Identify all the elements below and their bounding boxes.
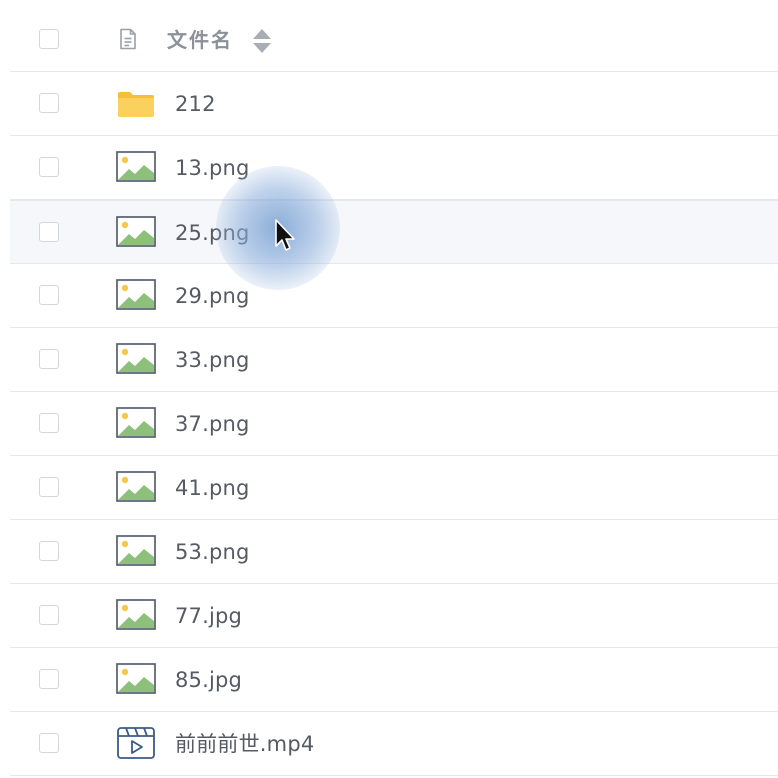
- image-icon: [116, 278, 156, 312]
- image-icon: [116, 662, 156, 696]
- file-name[interactable]: 41.png: [175, 475, 250, 501]
- row-checkbox[interactable]: [39, 285, 59, 305]
- row-checkbox[interactable]: [39, 477, 59, 497]
- file-row-image[interactable]: 77.jpg: [10, 584, 778, 648]
- row-checkbox[interactable]: [39, 669, 59, 689]
- file-name[interactable]: 212: [175, 91, 216, 117]
- image-icon: [116, 150, 156, 184]
- image-icon: [116, 470, 156, 504]
- file-name[interactable]: 25.png: [175, 220, 250, 246]
- file-name[interactable]: 33.png: [175, 347, 250, 373]
- file-name[interactable]: 53.png: [175, 539, 250, 565]
- image-icon: [116, 342, 156, 376]
- image-icon: [116, 598, 156, 632]
- select-all-checkbox[interactable]: [39, 29, 59, 49]
- filename-column-header[interactable]: 文件名: [167, 27, 233, 53]
- row-checkbox[interactable]: [39, 541, 59, 561]
- image-icon: [116, 215, 156, 249]
- file-row-image[interactable]: 53.png: [10, 520, 778, 584]
- file-row-image[interactable]: 29.png: [10, 264, 778, 328]
- row-checkbox[interactable]: [39, 222, 59, 242]
- file-name[interactable]: 37.png: [175, 411, 250, 437]
- folder-icon: [116, 86, 156, 120]
- row-checkbox[interactable]: [39, 413, 59, 433]
- row-checkbox[interactable]: [39, 605, 59, 625]
- document-icon: [118, 28, 138, 50]
- table-header-row: 文件名: [10, 8, 778, 72]
- file-row-image[interactable]: 13.png: [10, 136, 778, 200]
- file-row-image[interactable]: 41.png: [10, 456, 778, 520]
- image-icon: [116, 534, 156, 568]
- video-icon: [116, 726, 156, 760]
- file-row-image[interactable]: 37.png: [10, 392, 778, 456]
- file-row-image[interactable]: 33.png: [10, 328, 778, 392]
- row-checkbox[interactable]: [39, 93, 59, 113]
- row-checkbox[interactable]: [39, 733, 59, 753]
- file-name[interactable]: 前前前世.mp4: [175, 731, 314, 757]
- file-name[interactable]: 13.png: [175, 155, 250, 181]
- sort-up-down-icon[interactable]: [251, 28, 273, 54]
- row-checkbox[interactable]: [39, 349, 59, 369]
- file-name[interactable]: 29.png: [175, 283, 250, 309]
- image-icon: [116, 406, 156, 440]
- file-row-image[interactable]: 85.jpg: [10, 648, 778, 712]
- file-row-video[interactable]: 前前前世.mp4: [10, 712, 778, 776]
- file-list-table: 文件名 212 13.png 25.png 29.png 33.png 37.p…: [10, 8, 778, 776]
- row-checkbox[interactable]: [39, 157, 59, 177]
- file-row-image-hovered[interactable]: 25.png: [10, 200, 778, 264]
- file-name[interactable]: 85.jpg: [175, 667, 242, 693]
- file-row-folder[interactable]: 212: [10, 72, 778, 136]
- file-name[interactable]: 77.jpg: [175, 603, 242, 629]
